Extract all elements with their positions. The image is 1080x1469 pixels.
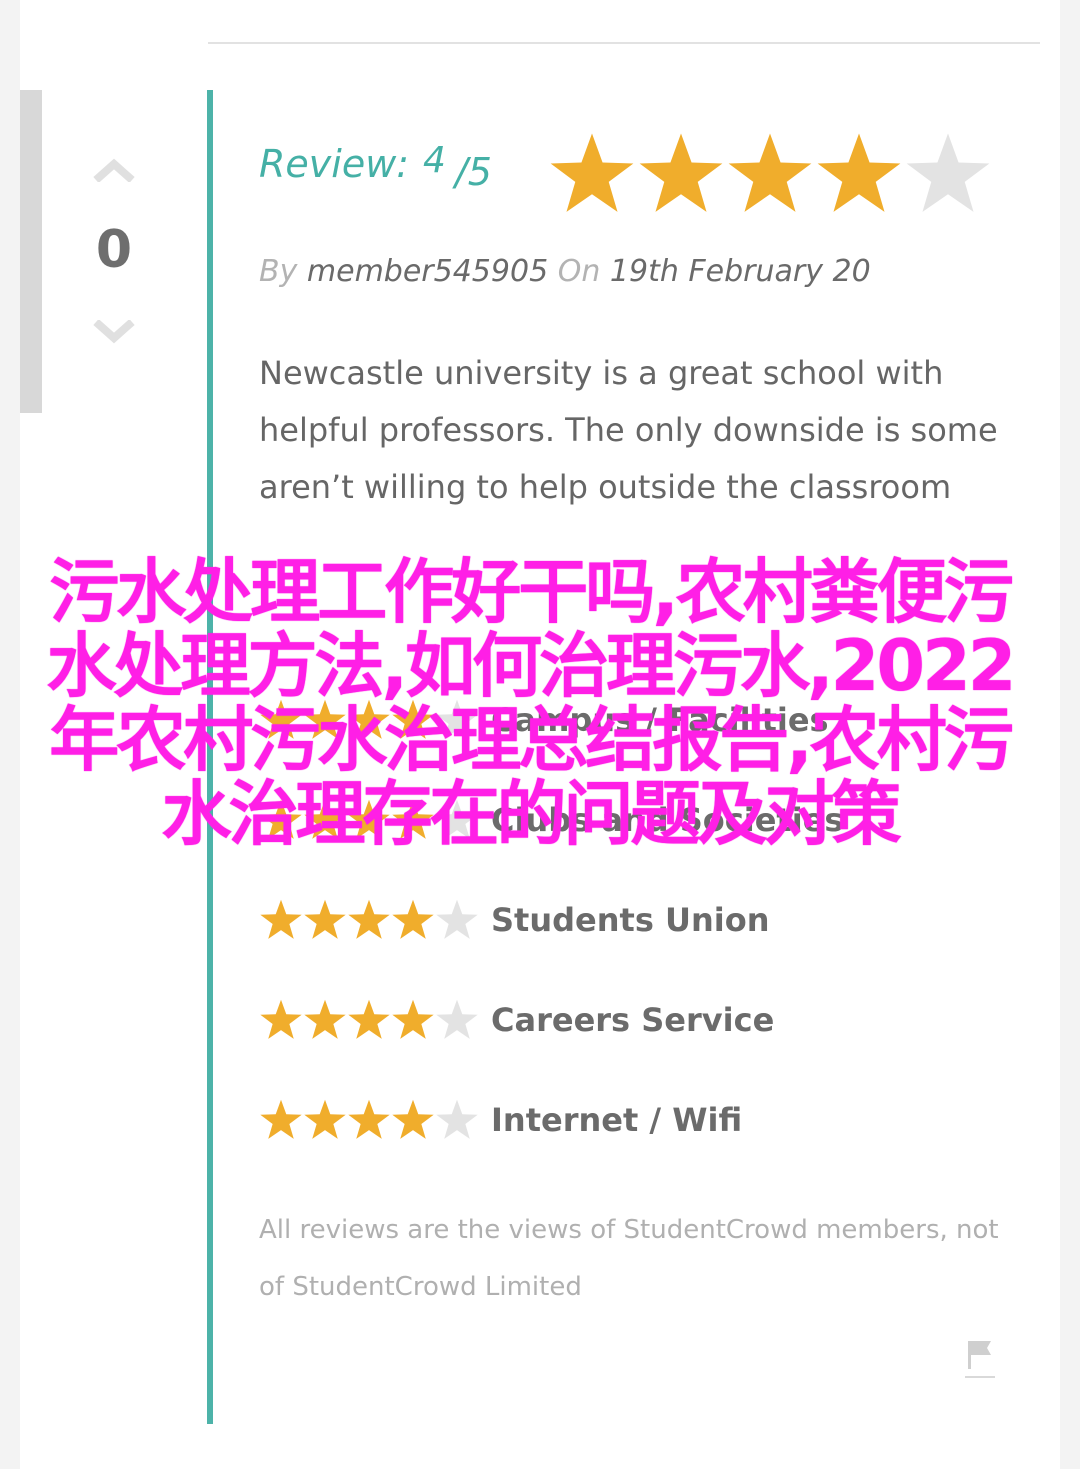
chevron-up-icon (93, 158, 135, 183)
top-divider (208, 42, 1040, 44)
rating-stars (259, 998, 479, 1042)
review-date: 19th February 20 (609, 254, 871, 289)
star-icon (639, 133, 723, 212)
on-label: On (557, 254, 601, 289)
star-icon (260, 1099, 302, 1139)
star-icon (436, 999, 478, 1039)
upvote-button[interactable] (92, 158, 136, 183)
rating-label: Students Union (491, 901, 770, 939)
star-icon (348, 899, 390, 939)
rating-stars (259, 898, 479, 942)
flag-icon (968, 1340, 991, 1369)
rating-label: Internet / Wifi (491, 1101, 743, 1139)
star-icon (906, 133, 990, 212)
star-icon (348, 999, 390, 1039)
star-icon (304, 999, 346, 1039)
review-score-max: /5 (455, 150, 492, 194)
star-icon (392, 999, 434, 1039)
star-icon (304, 899, 346, 939)
review-body: Newcastle university is a great school w… (259, 354, 998, 506)
rating-row: Internet / Wifi (259, 1095, 742, 1145)
star-icon (550, 133, 634, 212)
rating-row: Careers Service (259, 995, 774, 1045)
star-icon (817, 133, 901, 212)
star-icon (260, 899, 302, 939)
rating-stars (259, 1098, 479, 1142)
rating-row: Students Union (259, 895, 770, 945)
by-label: By (259, 254, 298, 289)
member-name[interactable]: member545905 (307, 254, 548, 289)
downvote-button[interactable] (92, 319, 136, 344)
overall-star-rating (548, 128, 992, 224)
report-button[interactable] (965, 1334, 995, 1378)
vote-count: 0 (95, 220, 133, 280)
star-icon (304, 1099, 346, 1139)
star-icon (728, 133, 812, 212)
report-underline (965, 1376, 995, 1378)
chevron-down-icon (93, 319, 135, 344)
star-icon (392, 1099, 434, 1139)
vote-bar (20, 90, 42, 413)
review-byline: By member545905 On 19th February 20 (259, 254, 871, 289)
rating-label: Careers Service (491, 1001, 775, 1039)
star-icon (260, 999, 302, 1039)
star-icon (348, 1099, 390, 1139)
star-icon (392, 899, 434, 939)
review-label: Review: (259, 142, 410, 186)
review-score: 4 (423, 140, 446, 181)
overlay-title: 污水处理工作好干吗,农村粪便污水处理方法,如何治理污水,2022年农村污水治理总… (46, 551, 1016, 855)
disclaimer: All reviews are the views of StudentCrow… (259, 1215, 999, 1302)
star-icon (436, 899, 478, 939)
star-icon (436, 1099, 478, 1139)
